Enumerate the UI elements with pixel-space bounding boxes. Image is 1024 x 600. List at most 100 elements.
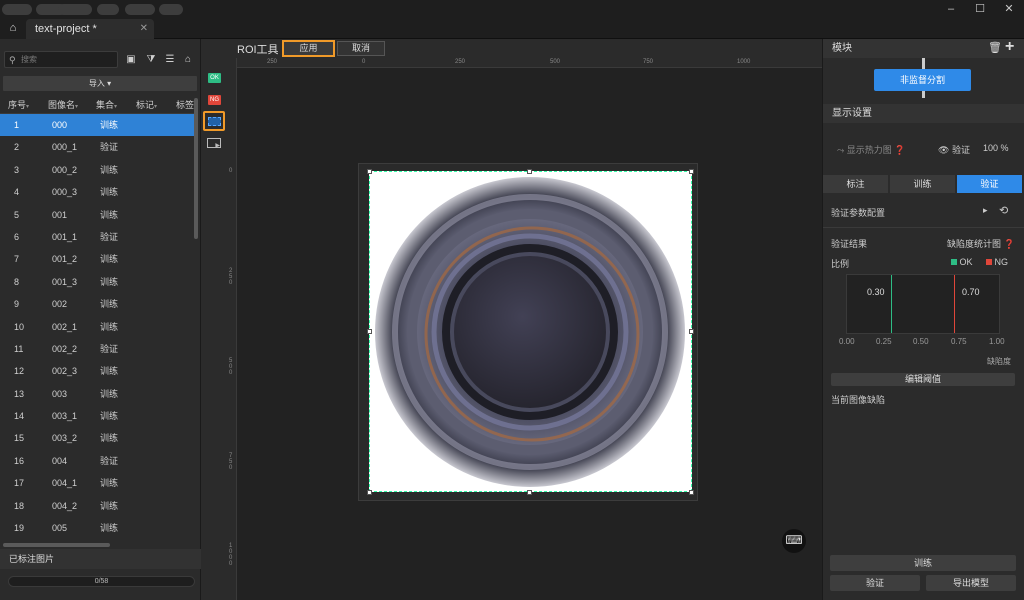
cell-image-name: 001_2: [52, 254, 78, 265]
resize-handle[interactable]: [527, 169, 532, 174]
image-canvas[interactable]: ⌨: [237, 68, 822, 600]
verify-button[interactable]: 验证: [830, 575, 920, 591]
cell-image-name: 004_2: [52, 500, 78, 511]
roi-tool-button[interactable]: [203, 111, 225, 131]
cell-set: 训练: [100, 500, 119, 511]
resize-handle[interactable]: [367, 329, 372, 334]
list-icon[interactable]: ☰: [163, 54, 177, 66]
resize-handle[interactable]: [689, 490, 694, 495]
search-input[interactable]: ⚲ 搜索: [4, 51, 118, 68]
unsupervised-segmentation-module[interactable]: 非监督分割: [874, 69, 971, 91]
table-row[interactable]: 14 003_1 训练: [0, 405, 194, 427]
ruler-tick-label: 750: [643, 59, 654, 65]
table-row[interactable]: 11 002_2 验证: [0, 338, 194, 360]
table-row[interactable]: 16 004 验证: [0, 450, 194, 472]
image-table: 1 000 训练 2 000_1 验证 3 000_2 训练 4 000_3 训练 5 001 训练 6 001…: [0, 114, 194, 539]
table-row[interactable]: 7 001_2 训练: [0, 248, 194, 270]
home-icon[interactable]: ⌂: [0, 18, 26, 39]
eye-toggle[interactable]: 👁 验证: [938, 143, 970, 156]
table-row[interactable]: 10 002_1 训练: [0, 316, 194, 338]
close-tab-icon[interactable]: ✕: [140, 19, 148, 39]
menu-pill[interactable]: [2, 4, 32, 15]
table-row[interactable]: 5 001 训练: [0, 204, 194, 226]
cancel-button[interactable]: 取消: [337, 41, 385, 56]
defect-histogram[interactable]: 0.30 0.70: [846, 274, 1000, 334]
resize-handle[interactable]: [367, 490, 372, 495]
ng-badge[interactable]: NG: [208, 95, 221, 105]
gallery-icon[interactable]: ⌂: [181, 54, 195, 66]
minimize-icon[interactable]: –: [941, 2, 961, 16]
slideshow-icon[interactable]: ▶: [207, 138, 221, 149]
resize-handle[interactable]: [367, 169, 372, 174]
edit-threshold-button[interactable]: 编辑阈值: [831, 373, 1015, 386]
menu-pill[interactable]: [159, 4, 183, 15]
cell-image-name: 000_3: [52, 187, 78, 198]
table-row[interactable]: 1 000 训练: [0, 114, 194, 137]
expand-icon[interactable]: ▸: [983, 205, 988, 216]
cell-index: 2: [14, 142, 20, 153]
table-row[interactable]: 12 002_3 训练: [0, 360, 194, 382]
table-row[interactable]: 18 004_2 训练: [0, 495, 194, 517]
table-row[interactable]: 3 000_2 训练: [0, 159, 194, 181]
menu-pill[interactable]: [97, 4, 119, 15]
export-model-button[interactable]: 导出模型: [926, 575, 1016, 591]
col-mark[interactable]: 标记▾: [136, 96, 157, 114]
table-row[interactable]: 4 000_3 训练: [0, 181, 194, 203]
table-row[interactable]: 6 001_1 验证: [0, 226, 194, 248]
horizontal-scrollbar[interactable]: [3, 543, 110, 547]
heatmap-toggle[interactable]: ⤳ 显示热力图 ❓: [837, 143, 905, 156]
annotation-progress: 0/58: [8, 576, 195, 587]
col-label[interactable]: 标签: [176, 96, 196, 114]
display-settings-header: 显示设置: [823, 104, 1024, 123]
cell-set: 训练: [100, 164, 119, 175]
ruler-tick-label: 1000: [737, 59, 751, 65]
verify-params-label[interactable]: 验证参数配置: [831, 206, 885, 219]
opacity-value[interactable]: 100 %: [983, 143, 1009, 153]
menu-pill[interactable]: [58, 4, 92, 15]
bearing-image: [375, 177, 685, 487]
maximize-icon[interactable]: ☐: [970, 2, 990, 16]
filter-icon[interactable]: ⧩: [144, 54, 158, 66]
add-icon[interactable]: +: [1005, 37, 1014, 56]
table-row[interactable]: 2 000_1 验证: [0, 136, 194, 158]
resize-handle[interactable]: [689, 169, 694, 174]
ok-badge[interactable]: OK: [208, 73, 221, 83]
roi-region[interactable]: [369, 171, 692, 492]
train-button[interactable]: 训练: [830, 555, 1016, 571]
history-icon[interactable]: ⟲: [999, 204, 1008, 217]
axis-tick: 0.25: [876, 337, 892, 346]
table-row[interactable]: 13 003 训练: [0, 383, 194, 405]
cell-set: 训练: [100, 187, 119, 198]
vertical-scrollbar[interactable]: [194, 98, 198, 239]
tab-annotate[interactable]: 标注: [823, 175, 889, 193]
col-set[interactable]: 集合▾: [96, 96, 117, 114]
roi-tool-title: ROI工具: [237, 44, 279, 56]
axis-tick: 0.50: [913, 337, 929, 346]
tab-train[interactable]: 训练: [890, 175, 956, 193]
trash-icon[interactable]: 🗑: [988, 39, 1002, 58]
cell-index: 7: [14, 254, 20, 265]
table-row[interactable]: 17 004_1 训练: [0, 472, 194, 494]
table-row[interactable]: 15 003_2 训练: [0, 427, 194, 449]
table-row[interactable]: 19 005 训练: [0, 517, 194, 539]
resize-handle[interactable]: [689, 329, 694, 334]
tab-project[interactable]: text-project * ✕: [26, 19, 154, 39]
col-image-name[interactable]: 图像名▾: [48, 96, 78, 114]
resize-handle[interactable]: [527, 490, 532, 495]
import-button[interactable]: 导入 ▾: [3, 76, 197, 91]
menu-pill[interactable]: [125, 4, 155, 15]
tab-verify[interactable]: 验证: [957, 175, 1023, 193]
image-icon[interactable]: ▣: [124, 54, 138, 66]
table-row[interactable]: 9 002 训练: [0, 293, 194, 315]
cell-index: 12: [14, 366, 25, 377]
table-row[interactable]: 8 001_3 训练: [0, 271, 194, 293]
col-index[interactable]: 序号▾: [8, 96, 29, 114]
horizontal-ruler: 250 0 250 500 750 1000: [237, 58, 822, 68]
ruler-tick-label: 250: [267, 59, 278, 65]
ruler-tick-label: 500: [229, 358, 233, 376]
keyboard-icon[interactable]: ⌨: [782, 529, 806, 553]
apply-button[interactable]: 应用: [282, 40, 335, 57]
cell-image-name: 001_3: [52, 276, 78, 287]
cell-image-name: 001_1: [52, 231, 78, 242]
close-icon[interactable]: ✕: [999, 2, 1019, 16]
